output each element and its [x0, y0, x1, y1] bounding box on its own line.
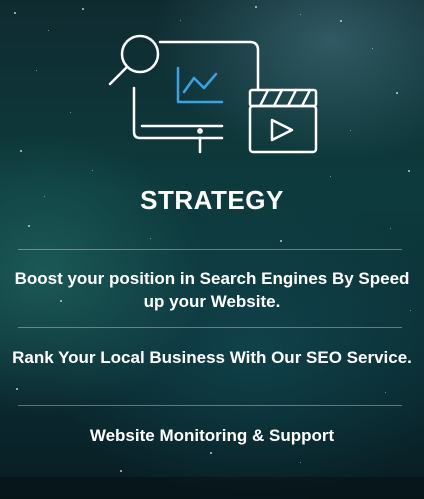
divider — [18, 327, 402, 328]
monitor-icon — [132, 40, 260, 154]
card-title: STRATEGY — [140, 185, 284, 215]
bottom-shadow-band — [0, 477, 424, 499]
seo-strategy-icon — [108, 34, 318, 154]
video-clapper-icon — [248, 88, 318, 154]
divider — [18, 405, 402, 406]
line-chart-icon — [176, 66, 224, 104]
magnifier-icon — [108, 34, 160, 86]
service-item-local-seo: Rank Your Local Business With Our SEO Se… — [12, 348, 412, 367]
service-item-speed: Boost your position in Search Engines By… — [14, 269, 410, 311]
service-item-monitoring: Website Monitoring & Support — [89, 426, 335, 445]
divider — [18, 249, 402, 250]
